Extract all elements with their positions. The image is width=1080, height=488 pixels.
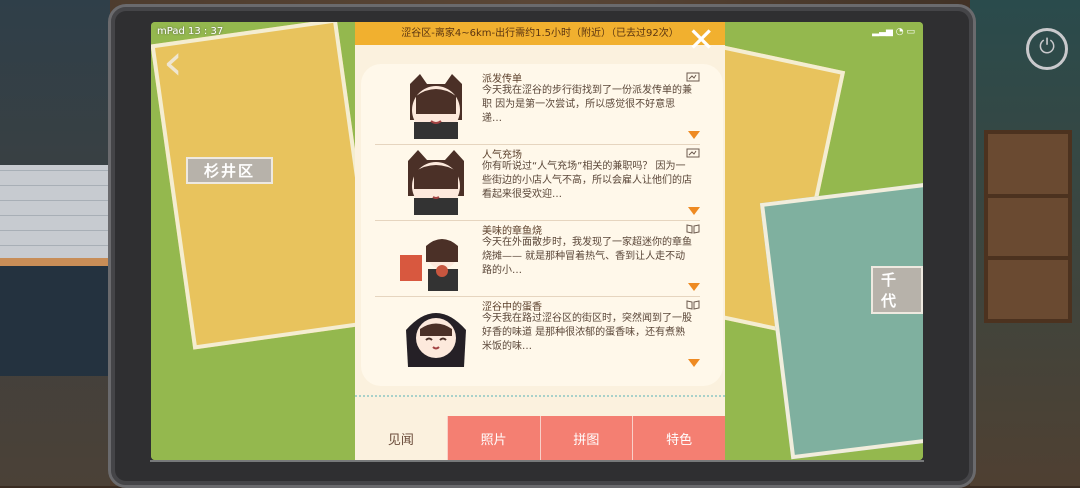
- avatar: [400, 239, 458, 291]
- memory-title: 派发传单: [482, 74, 522, 85]
- district-label-left[interactable]: 杉井区: [186, 157, 274, 184]
- book-icon: [686, 300, 700, 310]
- status-time: 13 : 37: [188, 26, 224, 37]
- memory-title: 人气充场: [482, 150, 522, 161]
- memory-title: 涩谷中的蛋香: [482, 302, 542, 313]
- memory-text: 今天我在路过涩谷区的街区时，突然闻到了一股好香的味道 是那种很浓郁的蛋香味，还有…: [482, 313, 692, 352]
- kitchen-counter: [0, 258, 110, 376]
- memory-item[interactable]: 涩谷中的蛋香 今天我在路过涩谷区的街区时，突然闻到了一股好香的味道 是那种很浓郁…: [375, 298, 700, 372]
- tablet-bottom-edge: [150, 460, 924, 462]
- signal-wifi-battery-icon: ▂▃▅ ◔ ▭: [872, 27, 915, 37]
- memory-title: 美味的章鱼烧: [482, 226, 542, 237]
- memory-item[interactable]: 人气充场 你有听说过“人气充场”相关的兼职吗？ 因为一些街边的小店人气不高，所以…: [375, 146, 700, 221]
- tab-see-hear[interactable]: 见闻: [355, 416, 447, 460]
- avatar: [408, 150, 464, 215]
- photo-icon: [686, 148, 700, 158]
- memory-text: 你有听说过“人气充场”相关的兼职吗？ 因为一些街边的小店人气不高，所以会雇人让他…: [482, 161, 692, 200]
- back-button[interactable]: ‹: [163, 37, 183, 87]
- tab-features[interactable]: 特色: [632, 416, 725, 460]
- memory-item[interactable]: 美味的章鱼烧 今天在外面散步时，我发现了一家超迷你的章鱼烧摊—— 就是那种冒着热…: [375, 222, 700, 297]
- district-label-right[interactable]: 千代: [871, 266, 923, 314]
- photo-icon: [686, 72, 700, 82]
- memory-text: 今天我在涩谷的步行街找到了一份派发传单的兼职 因为是第一次尝试，所以感觉很不好意…: [482, 85, 692, 124]
- close-icon[interactable]: ✕: [687, 23, 715, 56]
- memory-panel: 涩谷区-离家4~6km-出行需约1.5小时（附近）（已去过92次） ✕ 派发传单…: [355, 22, 725, 460]
- memory-item[interactable]: 派发传单 今天我在涩谷的步行街找到了一份派发传单的兼职 因为是第一次尝试，所以感…: [375, 70, 700, 145]
- memory-text: 今天在外面散步时，我发现了一家超迷你的章鱼烧摊—— 就是那种冒着热气、香到让人走…: [482, 237, 692, 276]
- expand-arrow-icon[interactable]: [688, 283, 700, 291]
- power-icon[interactable]: ⏻: [1026, 28, 1068, 70]
- expand-arrow-icon[interactable]: [688, 131, 700, 139]
- expand-arrow-icon[interactable]: [688, 359, 700, 367]
- tab-photos[interactable]: 照片: [446, 416, 540, 460]
- panel-tabs: 见闻 照片 拼图 特色: [355, 416, 725, 460]
- panel-header: 涩谷区-离家4~6km-出行需约1.5小时（附近）（已去过92次）: [355, 22, 725, 45]
- avatar: [410, 74, 462, 139]
- tab-puzzle[interactable]: 拼图: [539, 416, 633, 460]
- book-icon: [686, 224, 700, 234]
- expand-arrow-icon[interactable]: [688, 207, 700, 215]
- memory-list: 派发传单 今天我在涩谷的步行街找到了一份派发传单的兼职 因为是第一次尝试，所以感…: [361, 64, 723, 386]
- divider: [355, 395, 725, 397]
- bookshelf: [984, 130, 1072, 323]
- kitchen-tiles: [0, 165, 110, 260]
- avatar: [406, 313, 466, 367]
